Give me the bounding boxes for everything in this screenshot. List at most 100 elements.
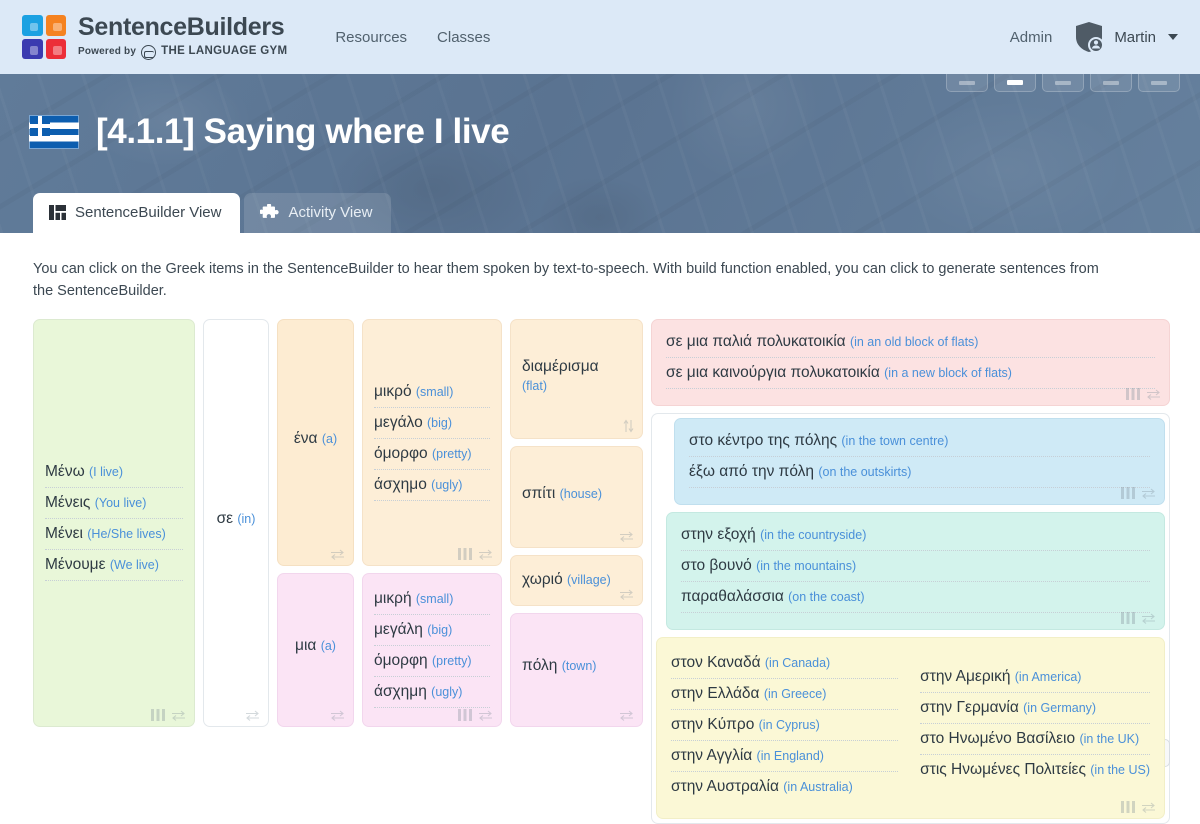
sb-item-greek: όμορφη — [374, 652, 428, 670]
sb-cell-town[interactable]: πόλη (town) — [510, 613, 643, 727]
sb-item[interactable]: ένα (a) — [289, 424, 342, 454]
sb-item[interactable]: άσχημο (ugly) — [374, 470, 490, 501]
columns-icon[interactable] — [151, 708, 165, 721]
sb-item[interactable]: όμορφο (pretty) — [374, 439, 490, 470]
intro-text: You can click on the Greek items in the … — [33, 261, 1099, 299]
sb-item[interactable]: στον Καναδά (in Canada) — [671, 648, 899, 679]
sb-cell-flat[interactable]: διαμέρισμα (flat) — [510, 318, 643, 440]
sb-item[interactable]: διαμέρισμα (flat) — [522, 352, 631, 399]
columns-icon[interactable] — [1126, 387, 1140, 400]
sb-cell-preposition[interactable]: σε (in) — [203, 318, 269, 727]
sb-item[interactable]: στις Ηνωμένες Πολιτείες (in the US) — [920, 755, 1150, 785]
sb-item[interactable]: όμορφη (pretty) — [374, 646, 490, 678]
swap-arrows-icon[interactable] — [1146, 389, 1161, 400]
header-button-4[interactable] — [1090, 74, 1132, 92]
sb-cell-flats[interactable]: σε μια παλιά πολυκατοικία (in an old blo… — [651, 318, 1170, 406]
sb-item-greek: Μένεις — [45, 493, 91, 511]
brand-logo[interactable]: SentenceBuilders Powered by THE LANGUAGE… — [22, 14, 287, 60]
header-button-5[interactable] — [1138, 74, 1180, 92]
sb-column-preposition: σε (in) — [203, 318, 269, 727]
sb-item[interactable]: μεγάλη (big) — [374, 615, 490, 647]
sb-cell-town-areas[interactable]: στο κέντρο της πόλης (in the town centre… — [674, 417, 1165, 505]
tab-activity-view[interactable]: Activity View — [244, 193, 392, 233]
sb-item[interactable]: πόλη (town) — [522, 651, 631, 681]
sb-cell-countries[interactable]: στον Καναδά (in Canada) στην Ελλάδα (in … — [656, 636, 1165, 819]
swap-arrows-icon[interactable] — [1141, 802, 1156, 813]
sb-item[interactable]: σπίτι (house) — [522, 479, 631, 509]
sb-item[interactable]: σε μια καινούργια πολυκατοικία (in a new… — [666, 358, 1155, 389]
sb-countries-left-column: στον Καναδά (in Canada) στην Ελλάδα (in … — [671, 648, 899, 802]
sb-item[interactable]: έξω από την πόλη (on the outskirts) — [689, 457, 1150, 488]
sb-item[interactable]: χωριό (village) — [522, 565, 631, 595]
sb-item-english: (in Greece) — [763, 686, 827, 701]
sb-item-greek: διαμέρισμα — [522, 357, 599, 375]
sb-cell-article-neuter[interactable]: ένα (a) — [277, 318, 354, 567]
sb-item[interactable]: μια (a) — [289, 631, 342, 661]
header-button-2[interactable] — [994, 74, 1036, 92]
sb-item[interactable]: Μένουμε (We live) — [45, 550, 183, 582]
sb-item[interactable]: Μένω (I live) — [45, 457, 183, 488]
sb-item[interactable]: στην Κύπρο (in Cyprus) — [671, 710, 899, 741]
up-down-arrows-icon[interactable] — [623, 419, 634, 433]
sb-item[interactable]: σε (in) — [215, 504, 257, 534]
sb-item[interactable]: στην Αυστραλία (in Australia) — [671, 772, 898, 802]
columns-icon[interactable] — [1121, 486, 1135, 499]
header-button-3[interactable] — [1042, 74, 1084, 92]
sb-item[interactable]: Μένει (He/She lives) — [45, 519, 183, 551]
sb-item[interactable]: στην Γερμανία (in Germany) — [920, 693, 1150, 724]
user-menu[interactable]: Martin — [1074, 21, 1178, 53]
sb-item[interactable]: στην εξοχή (in the countryside) — [681, 520, 1150, 551]
swap-arrows-icon[interactable] — [619, 710, 634, 721]
nav-link-resources[interactable]: Resources — [333, 25, 409, 50]
swap-arrows-icon[interactable] — [1141, 488, 1156, 499]
sb-cell-village[interactable]: χωριό (village) — [510, 555, 643, 607]
sb-cell-countryside[interactable]: στην εξοχή (in the countryside) στο βουν… — [666, 511, 1165, 630]
sb-item[interactable]: στο κέντρο της πόλης (in the town centre… — [689, 426, 1150, 457]
sb-item[interactable]: μεγάλο (big) — [374, 408, 490, 439]
sb-item[interactable]: στο Ηνωμένο Βασίλειο (in the UK) — [920, 724, 1150, 755]
sb-item[interactable]: άσχημη (ugly) — [374, 677, 490, 709]
swap-arrows-icon[interactable] — [619, 589, 634, 601]
logo-square-indigo — [22, 38, 43, 59]
cell-corner-icons — [458, 708, 493, 721]
swap-arrows-icon[interactable] — [478, 710, 493, 721]
columns-icon[interactable] — [1121, 611, 1135, 624]
swap-arrows-icon[interactable] — [478, 549, 493, 561]
sb-cell-article-feminine[interactable]: μια (a) — [277, 573, 354, 727]
sb-item[interactable]: στην Αμερική (in America) — [920, 662, 1150, 693]
nav-link-admin[interactable]: Admin — [1010, 29, 1053, 46]
swap-arrows-icon[interactable] — [330, 549, 345, 561]
swap-arrows-icon[interactable] — [330, 710, 345, 721]
sb-item[interactable]: μικρό (small) — [374, 377, 490, 408]
sb-item-english: (in the town centre) — [841, 433, 949, 448]
sb-item-english: (a) — [320, 639, 336, 654]
sb-item-english: (in Canada) — [764, 655, 831, 670]
sb-item[interactable]: στην Ελλάδα (in Greece) — [671, 679, 899, 710]
sb-item[interactable]: Μένεις (You live) — [45, 488, 183, 519]
columns-icon[interactable] — [458, 548, 472, 561]
swap-arrows-icon[interactable] — [619, 531, 634, 543]
nav-link-classes[interactable]: Classes — [435, 25, 492, 50]
sb-item[interactable]: στο βουνό (in the mountains) — [681, 551, 1150, 582]
sb-item-greek: μικρό — [374, 382, 412, 400]
sb-item[interactable]: μικρή (small) — [374, 584, 490, 616]
columns-icon[interactable] — [458, 708, 472, 721]
sb-item-english: (big) — [427, 415, 453, 430]
sb-cell-adjectives-feminine[interactable]: μικρή (small) μεγάλη (big) όμορφη (prett… — [362, 573, 502, 727]
sb-item-english: (on the coast) — [788, 589, 865, 604]
sb-item[interactable]: σε μια παλιά πολυκατοικία (in an old blo… — [666, 327, 1155, 358]
sb-column-articles: ένα (a) μια (a) — [277, 318, 354, 727]
swap-arrows-icon[interactable] — [245, 710, 260, 721]
swap-arrows-icon[interactable] — [1141, 613, 1156, 624]
header-button-1[interactable] — [946, 74, 988, 92]
sb-item-english: (on the outskirts) — [818, 464, 912, 479]
sb-item-greek: στην Γερμανία — [920, 698, 1019, 716]
sb-cell-adjectives-neuter[interactable]: μικρό (small) μεγάλο (big) όμορφο (prett… — [362, 318, 502, 567]
swap-arrows-icon[interactable] — [171, 710, 186, 721]
tab-sentencebuilder-view[interactable]: SentenceBuilder View — [33, 193, 241, 233]
sb-cell-house[interactable]: σπίτι (house) — [510, 446, 643, 549]
sb-item-english: (in the US) — [1090, 762, 1150, 777]
sb-item[interactable]: στην Αγγλία (in England) — [671, 741, 899, 772]
sb-cell-verbs[interactable]: Μένω (I live) Μένεις (You live) Μένει (H… — [33, 318, 195, 727]
sb-item[interactable]: παραθαλάσσια (on the coast) — [681, 582, 1150, 613]
